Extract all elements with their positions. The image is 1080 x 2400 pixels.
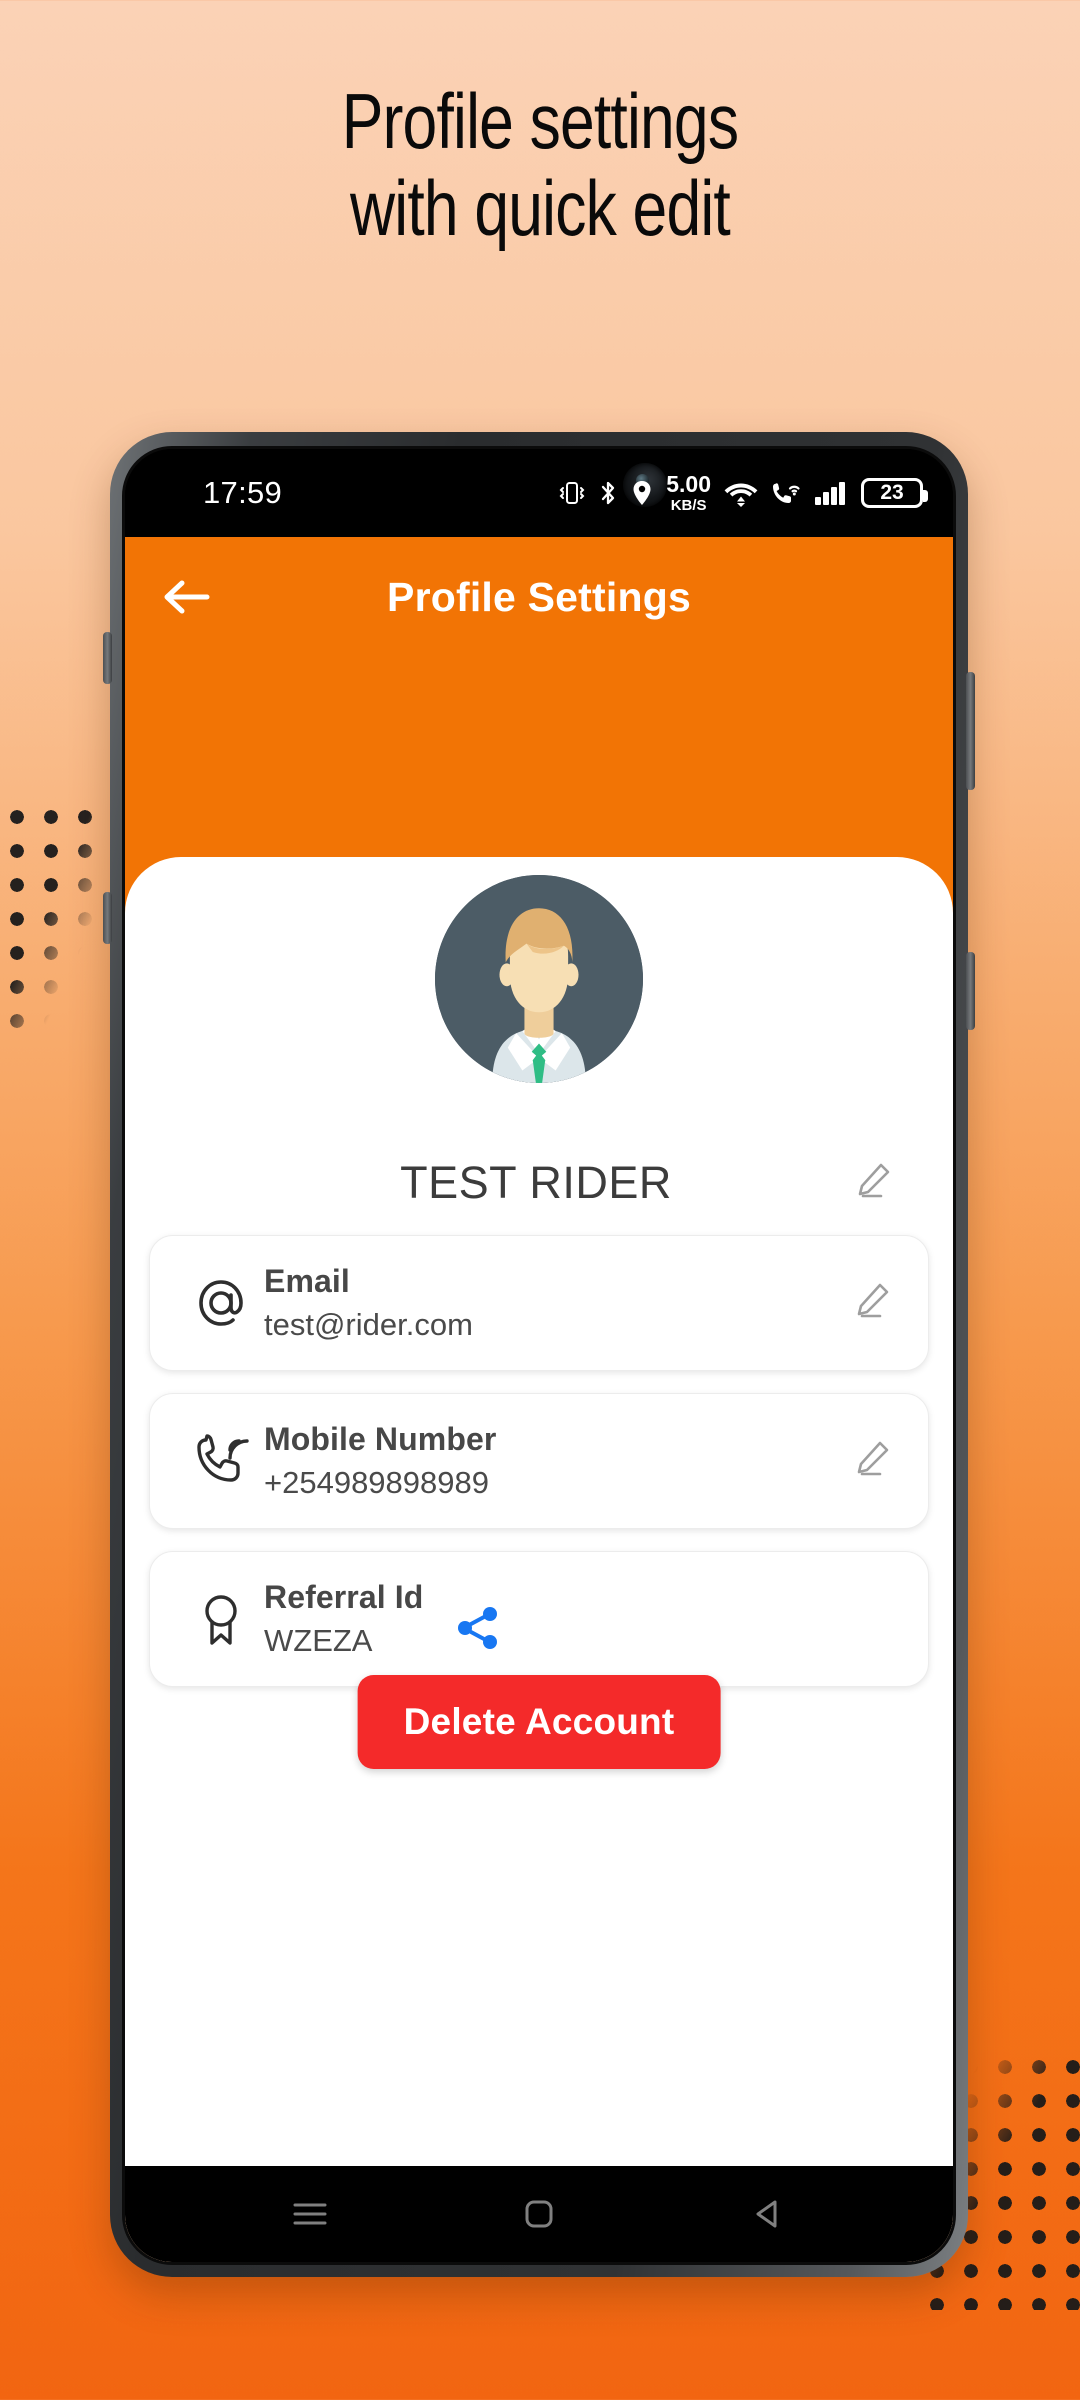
status-bar-icons: 5.00 KB/S 23: [559, 449, 928, 537]
delete-account-button[interactable]: Delete Account: [357, 1675, 721, 1769]
profile-card-action[interactable]: [848, 1436, 900, 1487]
phone-device-frame: 17:59 5.00 KB/S 23 Profile Settings TEST…: [103, 432, 975, 2277]
home-square-icon[interactable]: [484, 2197, 594, 2231]
profile-card-mobile-number[interactable]: Mobile Number +254989898989: [149, 1393, 929, 1529]
profile-cards: Email test@rider.com Mobile Number +2549…: [149, 1235, 929, 1709]
network-speed-icon: 5.00 KB/S: [666, 471, 711, 514]
network-speed-unit: KB/S: [670, 497, 707, 514]
promo-headline-line-2: with quick edit: [350, 164, 731, 253]
status-bar-clock: 17:59: [203, 475, 283, 510]
user-avatar-icon: [435, 875, 643, 1083]
page-title: Profile Settings: [387, 573, 691, 620]
profile-card-email[interactable]: Email test@rider.com: [149, 1235, 929, 1371]
profile-card-value: test@rider.com: [264, 1307, 473, 1342]
profile-card-value: +254989898989: [264, 1465, 489, 1500]
vibrate-icon: [559, 479, 585, 507]
profile-card-text: Referral Id WZEZA: [264, 1579, 423, 1659]
wifi-calling-icon: [771, 479, 801, 507]
bluetooth-icon: [598, 479, 618, 507]
profile-card-label: Referral Id: [264, 1579, 424, 1615]
arrow-left-icon[interactable]: [151, 577, 223, 617]
profile-card-referral-id[interactable]: Referral Id WZEZA: [149, 1551, 929, 1687]
share-icon[interactable]: [451, 1601, 505, 1660]
phone-power-button[interactable]: [966, 952, 975, 1030]
profile-card-text: Email test@rider.com: [264, 1263, 473, 1343]
avatar[interactable]: [427, 867, 651, 1091]
award-ribbon-icon: [178, 1591, 264, 1647]
app-content: TEST RIDER Email test@rider.com Mobile N…: [125, 657, 953, 2262]
profile-card-label: Email: [264, 1263, 350, 1299]
phone-volume-button[interactable]: [966, 672, 975, 790]
wifi-icon: [724, 479, 758, 507]
phone-ring-icon: [178, 1432, 264, 1490]
profile-card-value: WZEZA: [264, 1623, 373, 1658]
app-header: Profile Settings: [125, 537, 953, 657]
pencil-icon[interactable]: [848, 1278, 900, 1329]
network-speed-value: 5.00: [666, 471, 711, 497]
status-bar: 17:59 5.00 KB/S 23: [125, 449, 953, 537]
profile-sheet: TEST RIDER Email test@rider.com Mobile N…: [125, 857, 953, 2262]
profile-card-label: Mobile Number: [264, 1421, 497, 1457]
battery-percent: 23: [880, 481, 904, 504]
location-icon: [631, 479, 653, 507]
profile-card-action[interactable]: [848, 1278, 900, 1329]
decorative-dots-left: [0, 800, 96, 1030]
signal-bars-icon: [814, 479, 848, 507]
profile-name-row: TEST RIDER: [125, 1157, 953, 1209]
triangle-back-icon[interactable]: [713, 2197, 823, 2231]
battery-icon: 23: [861, 478, 928, 508]
phone-side-button-left-bottom[interactable]: [103, 892, 112, 944]
menu-lines-icon[interactable]: [255, 2199, 365, 2229]
profile-name: TEST RIDER: [400, 1157, 672, 1208]
promo-headline: Profile settings with quick edit: [108, 77, 972, 253]
phone-side-button-left-top[interactable]: [103, 632, 112, 684]
at-sign-icon: [178, 1275, 264, 1331]
promo-headline-line-1: Profile settings: [341, 77, 739, 165]
pencil-icon[interactable]: [848, 1436, 900, 1487]
phone-screen: 17:59 5.00 KB/S 23 Profile Settings TEST…: [122, 446, 956, 2265]
profile-card-text: Mobile Number +254989898989: [264, 1421, 496, 1501]
pencil-icon[interactable]: [849, 1158, 895, 1209]
android-navigation-bar: [125, 2166, 953, 2262]
